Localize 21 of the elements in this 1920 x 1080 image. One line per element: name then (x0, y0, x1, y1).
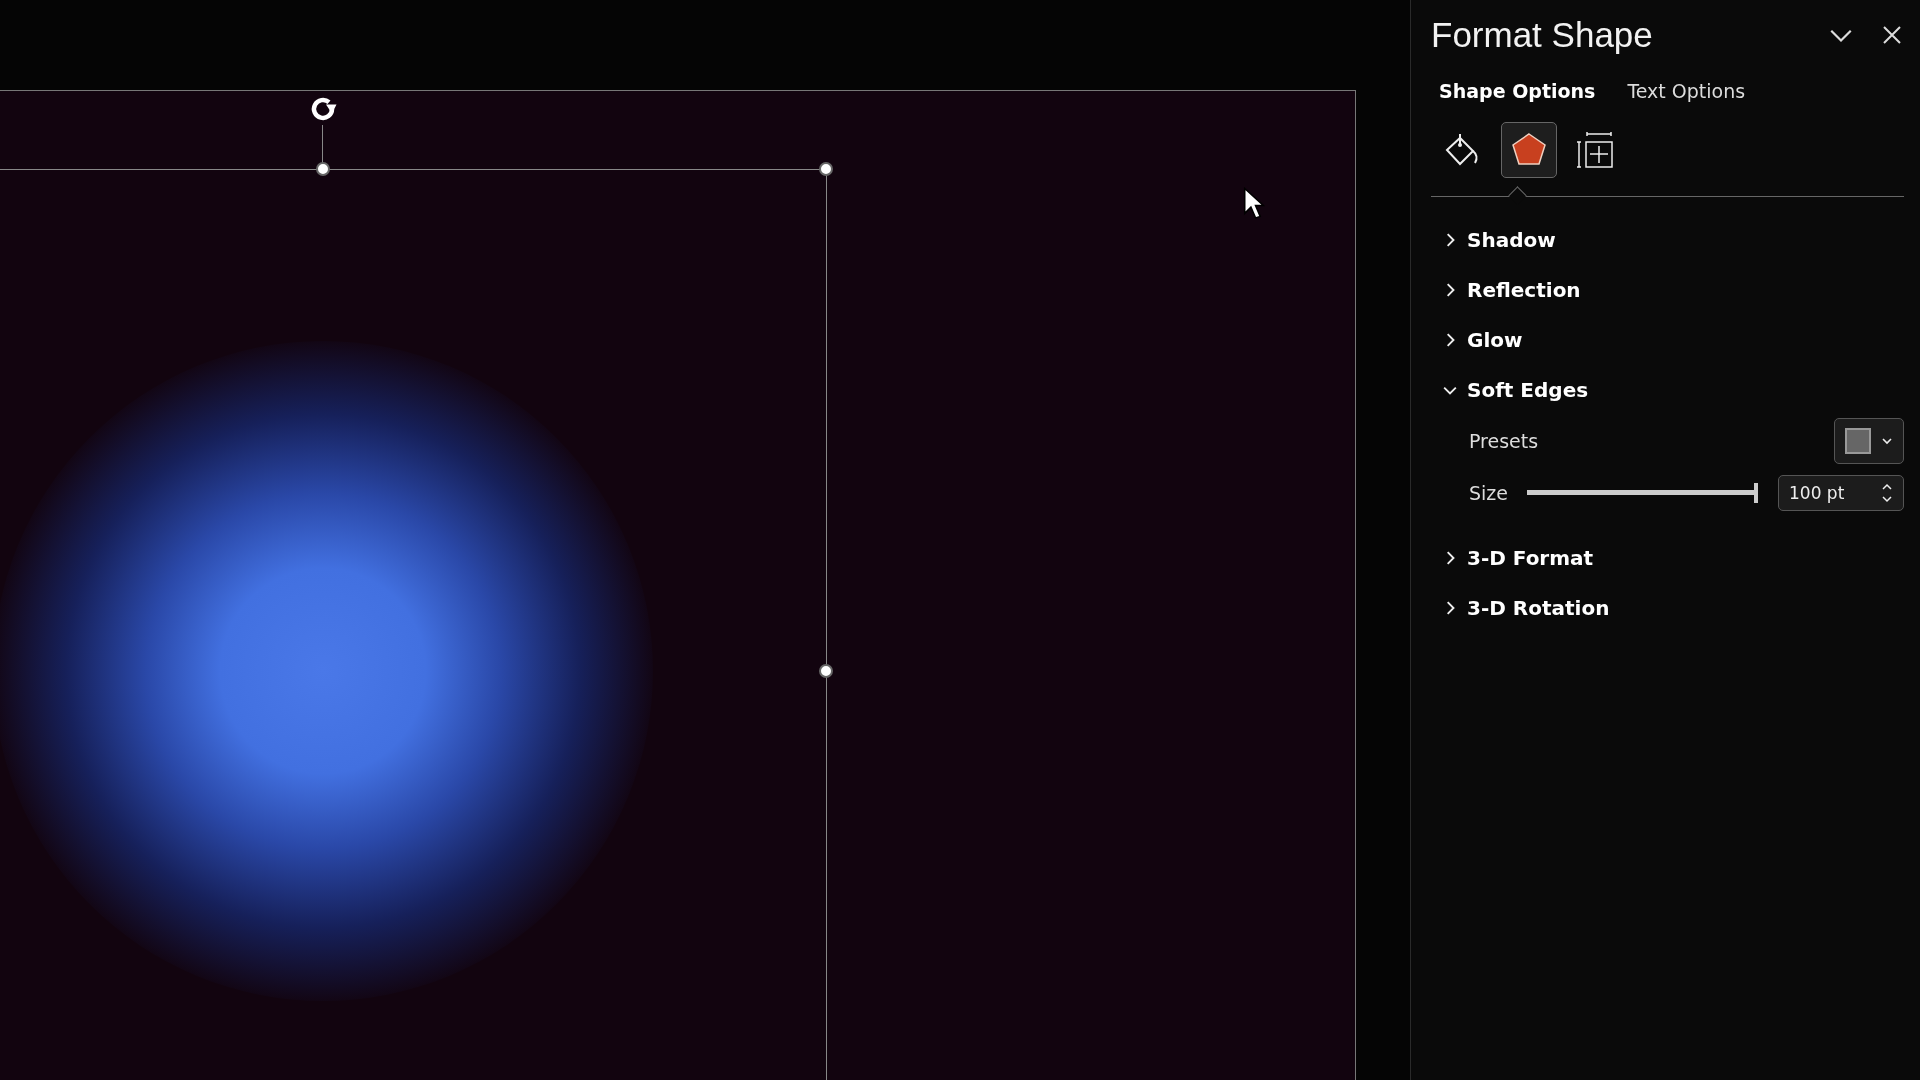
pentagon-tab[interactable] (1501, 122, 1557, 178)
options-tab[interactable]: Text Options (1619, 76, 1754, 106)
resize-handle[interactable] (819, 664, 833, 678)
section-header[interactable]: Soft Edges (1431, 365, 1589, 415)
section-header[interactable]: 3-D Rotation (1431, 583, 1610, 633)
section-header[interactable]: 3-D Format (1431, 533, 1594, 583)
section-header[interactable]: Shadow (1431, 215, 1556, 265)
options-tab[interactable]: Shape Options (1431, 76, 1604, 106)
section-header[interactable]: Glow (1431, 315, 1523, 365)
presets-dropdown[interactable] (1834, 418, 1904, 464)
spin-arrows-icon (1881, 481, 1893, 505)
presets-label: Presets (1469, 430, 1540, 452)
panel-title: Format Shape (1431, 15, 1654, 55)
size-layout-icon (1575, 130, 1615, 170)
caret-icon (1881, 435, 1893, 447)
resize-handle[interactable] (316, 162, 330, 176)
resize-handle[interactable] (819, 162, 833, 176)
size-spin-field[interactable]: 100 pt (1778, 475, 1904, 511)
mouse-pointer-icon (1243, 187, 1265, 221)
size-label: Size (1469, 482, 1507, 504)
section-header[interactable]: Reflection (1431, 265, 1581, 315)
